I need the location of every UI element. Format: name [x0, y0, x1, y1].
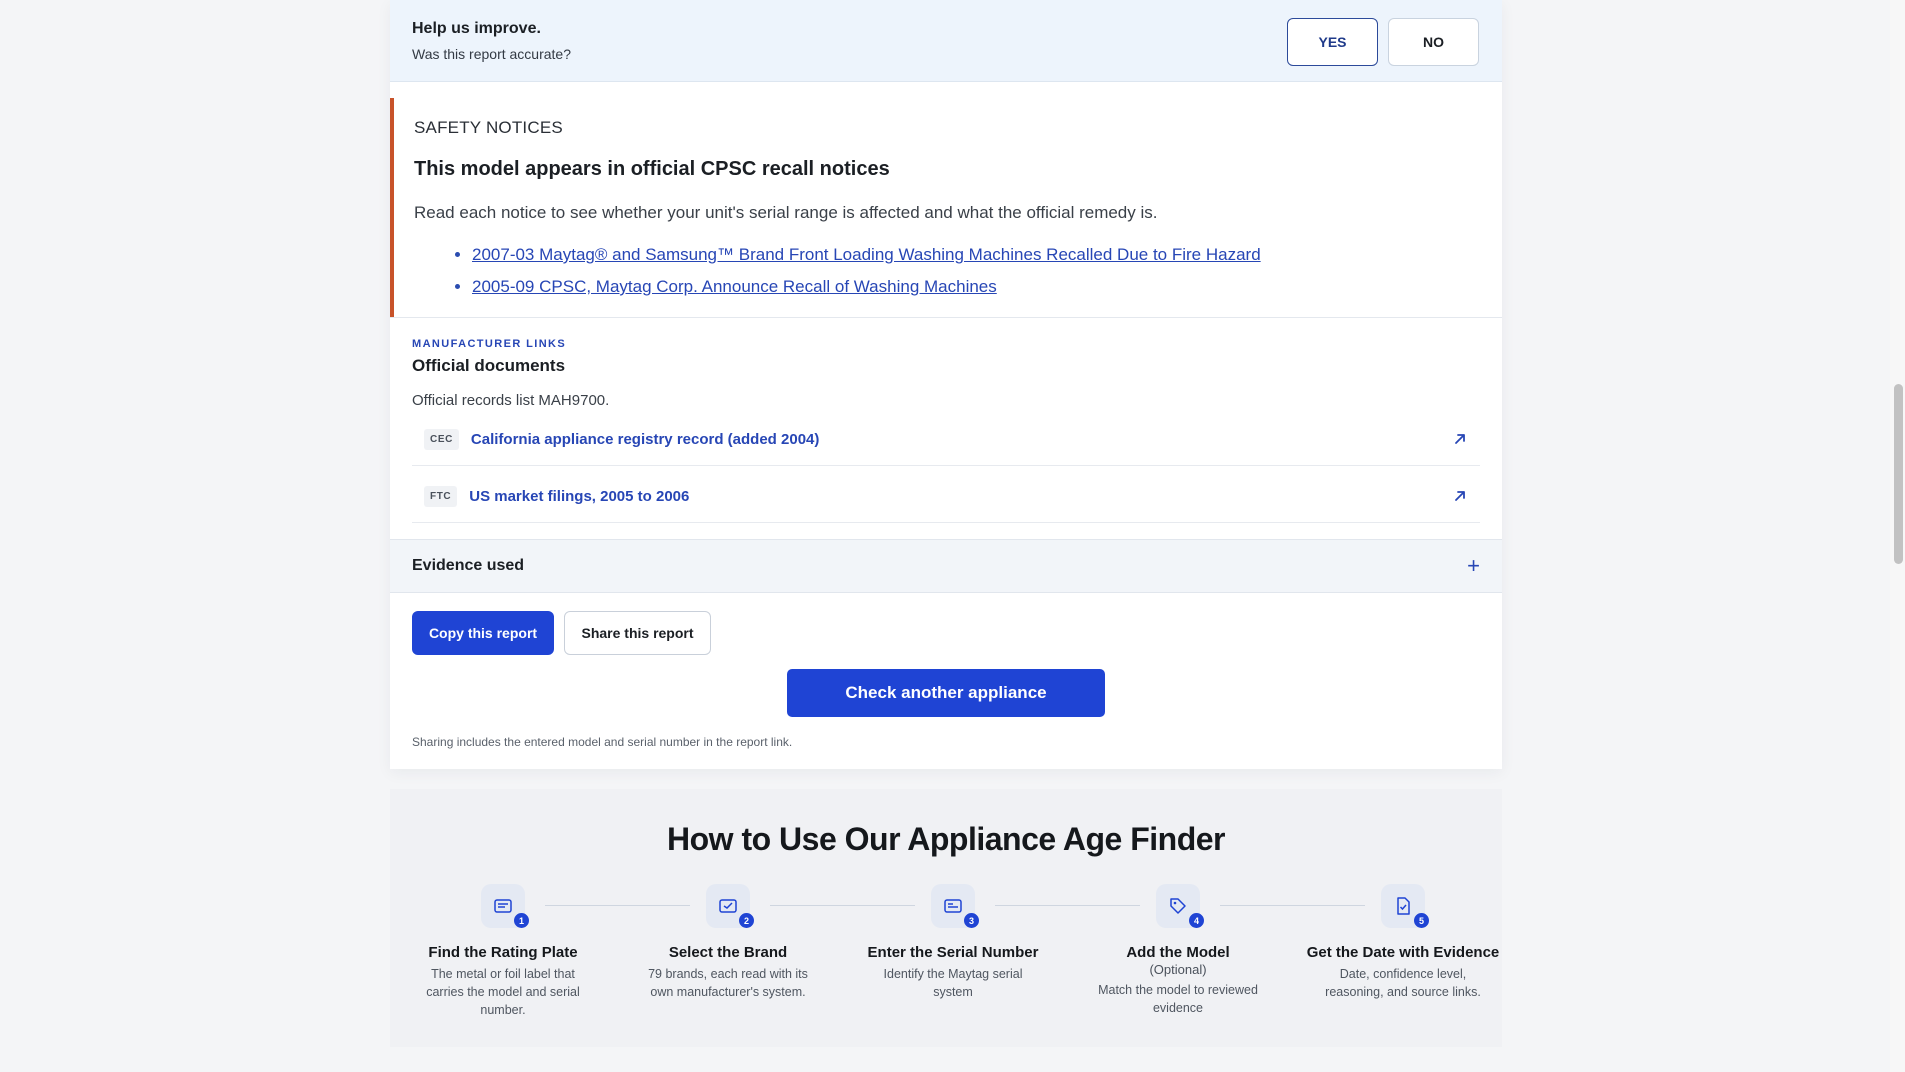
page-scrollbar[interactable]	[1890, 0, 1905, 1072]
recall-notice-list: 2007-03 Maytag® and Samsung™ Brand Front…	[414, 245, 1482, 297]
step-item: 5 Get the Date with Evidence Date, confi…	[1303, 884, 1503, 1001]
manufacturer-links-eyebrow: MANUFACTURER LINKS	[412, 338, 567, 350]
feedback-banner: Help us improve. Was this report accurat…	[390, 0, 1502, 82]
step-title: Get the Date with Evidence	[1306, 944, 1500, 961]
external-link-icon[interactable]	[1452, 431, 1468, 447]
how-to-title: How to Use Our Appliance Age Finder	[667, 821, 1225, 857]
step-item: 2 Select the Brand 79 brands, each read …	[628, 884, 828, 1001]
step-number-badge: 5	[1414, 913, 1429, 928]
step-title: Select the Brand	[668, 944, 788, 961]
step-description: Identify the Maytag serial system	[883, 967, 1023, 999]
external-link-icon[interactable]	[1452, 488, 1468, 504]
step-description: Date, confidence level, reasoning, and s…	[1325, 967, 1481, 999]
date-evidence-icon: 5	[1381, 884, 1429, 928]
step-number-badge: 2	[739, 913, 754, 928]
plus-icon[interactable]: +	[1467, 553, 1480, 579]
safety-notices-label: SAFETY NOTICES	[414, 118, 563, 137]
step-description: Match the model to reviewed evidence	[1098, 983, 1258, 1015]
scrollbar-thumb[interactable]	[1894, 384, 1903, 564]
recall-notice-item: 2005-09 CPSC, Maytag Corp. Announce Reca…	[472, 277, 1482, 297]
step-number-badge: 1	[514, 913, 529, 928]
steps-row: 1 Find the Rating Plate The metal or foi…	[390, 884, 1502, 1034]
report-actions: Copy this report Share this report Check…	[390, 593, 1502, 769]
feedback-no-button[interactable]: NO	[1388, 18, 1479, 66]
check-another-appliance-button[interactable]: Check another appliance	[787, 669, 1105, 717]
recall-notice-link[interactable]: 2005-09 CPSC, Maytag Corp. Announce Reca…	[472, 277, 997, 296]
step-title: Add the Model	[1126, 944, 1230, 961]
model-tag-icon: 4	[1156, 884, 1204, 928]
document-link[interactable]: California appliance registry record (ad…	[471, 431, 1452, 448]
evidence-used-label: Evidence used	[412, 557, 525, 574]
copy-report-button[interactable]: Copy this report	[412, 611, 554, 655]
report-card: Help us improve. Was this report accurat…	[390, 0, 1502, 769]
step-number-badge: 4	[1189, 913, 1204, 928]
share-note: Sharing includes the entered model and s…	[412, 735, 793, 749]
share-report-button[interactable]: Share this report	[564, 611, 711, 655]
document-source-badge: FTC	[424, 485, 458, 507]
how-to-use-section: How to Use Our Appliance Age Finder 1 Fi…	[390, 789, 1502, 1047]
step-title: Enter the Serial Number	[867, 944, 1039, 961]
report-page: Help us improve. Was this report accurat…	[390, 0, 1502, 769]
brand-select-icon: 2	[706, 884, 754, 928]
feedback-yes-button[interactable]: YES	[1287, 18, 1378, 66]
step-item: 1 Find the Rating Plate The metal or foi…	[403, 884, 603, 1019]
step-number-badge: 3	[964, 913, 979, 928]
step-optional-note: (Optional)	[1149, 962, 1207, 977]
safety-notices-section: SAFETY NOTICES This model appears in off…	[390, 98, 1502, 317]
manufacturer-links-section: MANUFACTURER LINKS Official documents Of…	[390, 317, 1502, 539]
rating-plate-icon: 1	[481, 884, 529, 928]
official-documents-description: Official records list MAH9700.	[412, 392, 610, 409]
step-description: The metal or foil label that carries the…	[426, 967, 580, 1017]
safety-notices-description: Read each notice to see whether your uni…	[414, 203, 1158, 222]
document-row-ftc[interactable]: FTC US market filings, 2005 to 2006	[412, 470, 1480, 523]
step-item: 4 Add the Model (Optional) Match the mod…	[1078, 884, 1278, 1017]
step-title: Find the Rating Plate	[428, 944, 578, 961]
recall-notice-item: 2007-03 Maytag® and Samsung™ Brand Front…	[472, 245, 1482, 265]
official-documents-title: Official documents	[412, 356, 566, 375]
document-link[interactable]: US market filings, 2005 to 2006	[469, 488, 1452, 505]
document-source-badge: CEC	[424, 428, 459, 450]
serial-number-icon: 3	[931, 884, 979, 928]
document-row-cec[interactable]: CEC California appliance registry record…	[412, 413, 1480, 466]
step-item: 3 Enter the Serial Number Identify the M…	[853, 884, 1053, 1001]
recall-notice-link[interactable]: 2007-03 Maytag® and Samsung™ Brand Front…	[472, 245, 1261, 264]
evidence-used-accordion[interactable]: Evidence used +	[390, 539, 1502, 593]
step-description: 79 brands, each read with its own manufa…	[648, 967, 808, 999]
safety-notices-title: This model appears in official CPSC reca…	[414, 158, 890, 180]
